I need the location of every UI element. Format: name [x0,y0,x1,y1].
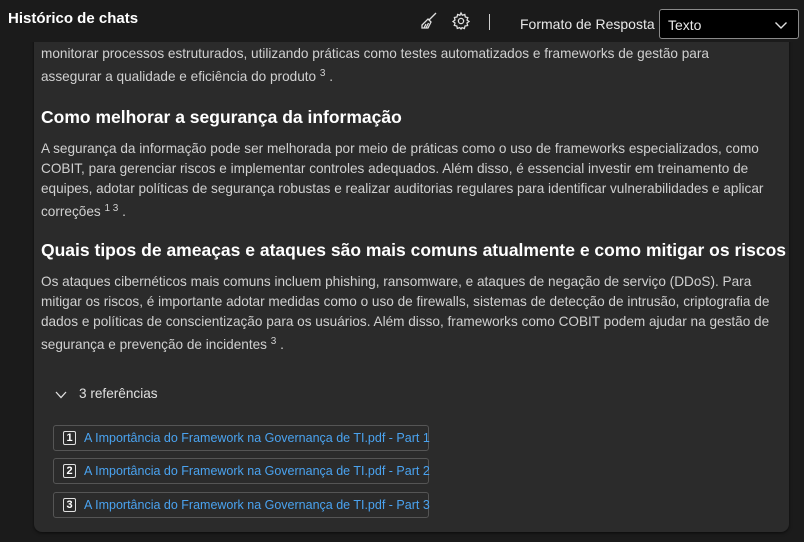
header-divider [489,14,490,30]
section-text-threats: Os ataques cibernéticos mais comuns incl… [41,274,770,352]
reference-number: 1 [63,431,76,445]
gear-icon[interactable] [451,11,471,31]
reference-link[interactable]: A Importância do Framework na Governança… [84,431,430,445]
section-text-security: A segurança da informação pode ser melho… [41,141,764,219]
format-label: Formato de Resposta [520,16,655,32]
format-select-value: Texto [668,17,702,33]
citation-marker[interactable]: 3 [320,68,326,79]
intro-line-2: assegurar a qualidade e eficiência do pr… [41,69,317,84]
citation-marker[interactable]: 1 3 [104,203,118,214]
section-paragraph-security: A segurança da informação pode ser melho… [41,141,764,219]
section-heading-threats: Quais tipos de ameaças e ataques são mai… [41,240,787,260]
intro-paragraph: monitorar processos estruturados, utiliz… [41,46,709,84]
reference-number: 3 [63,498,76,512]
intro-line-1: monitorar processos estruturados, utiliz… [41,46,709,61]
chevron-down-icon [55,391,67,399]
reference-item[interactable]: 1 A Importância do Framework na Governan… [53,425,430,451]
broom-icon[interactable] [419,11,439,31]
chevron-down-icon [775,22,787,29]
reference-link[interactable]: A Importância do Framework na Governança… [84,498,430,512]
reference-number: 2 [63,464,76,478]
page-title: Histórico de chats [8,10,139,27]
reference-item[interactable]: 3 A Importância do Framework na Governan… [53,492,430,518]
app-header: Histórico de chats Formato de Resposta T… [0,0,804,42]
section-paragraph-threats: Os ataques cibernéticos mais comuns incl… [41,274,770,352]
reference-link[interactable]: A Importância do Framework na Governança… [84,464,430,478]
reference-item[interactable]: 2 A Importância do Framework na Governan… [53,458,430,484]
section-heading-security: Como melhorar a segurança da informação [41,107,402,127]
message-content: monitorar processos estruturados, utiliz… [41,44,786,355]
format-select[interactable]: Texto [659,9,799,39]
references-toggle-label: 3 referências [79,386,158,401]
citation-marker[interactable]: 3 [271,336,277,347]
